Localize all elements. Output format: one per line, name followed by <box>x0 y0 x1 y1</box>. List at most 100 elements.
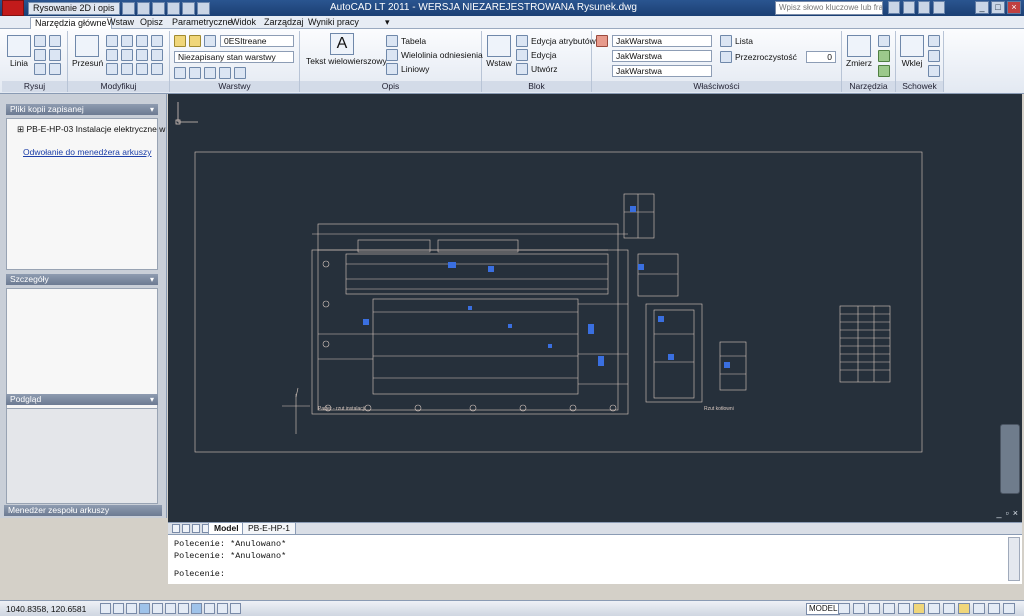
workspace-switching-icon[interactable] <box>928 603 940 614</box>
layer-combo[interactable]: 0ESItreane <box>220 35 294 47</box>
create-block-button[interactable]: Utwórz <box>516 63 557 75</box>
save-icon[interactable] <box>151 1 165 15</box>
help-search-input[interactable]: Wpisz słowo kluczowe lub frazę <box>775 1 883 15</box>
panel-clipboard-title[interactable]: Schowek <box>896 81 943 92</box>
lineweight-icon[interactable] <box>204 603 215 614</box>
mtext-button[interactable]: A Tekst wielowierszowy <box>306 33 387 66</box>
arc-icon[interactable] <box>34 63 46 75</box>
drawing-close-button[interactable]: × <box>1013 508 1018 518</box>
osnap-icon[interactable] <box>152 603 163 614</box>
explode-icon[interactable] <box>136 49 148 61</box>
id-point-icon[interactable] <box>878 65 890 77</box>
copy-clip-icon[interactable] <box>928 50 940 62</box>
layer-off-icon[interactable] <box>174 67 186 79</box>
search-icon[interactable] <box>888 1 900 14</box>
tab-view[interactable]: Widok <box>227 17 260 29</box>
status-bar-menu-icon[interactable] <box>988 603 1000 614</box>
layer-sun-icon[interactable] <box>189 35 201 47</box>
ducs-icon[interactable] <box>178 603 189 614</box>
measure-button[interactable]: Zmierz <box>844 35 874 68</box>
ribbon-minimize-icon[interactable]: ▾ <box>385 17 390 28</box>
layer-isolate-icon[interactable] <box>189 67 201 79</box>
layer-match-icon[interactable] <box>219 67 231 79</box>
details-header[interactable]: Szczegóły ▾ <box>6 274 158 285</box>
calculator-icon[interactable] <box>878 35 890 47</box>
drawing-canvas[interactable]: Parter - rzut instalacji Rzut kotłowni _… <box>168 94 1022 522</box>
extend-icon[interactable] <box>151 63 163 75</box>
polyline-icon[interactable] <box>34 35 46 47</box>
open-sets-header[interactable]: Pliki kopii zapisanej ▾ <box>6 104 158 115</box>
fillet-icon[interactable] <box>121 49 133 61</box>
layer-previous-icon[interactable] <box>234 67 246 79</box>
drawing-minimize-button[interactable]: _ <box>997 508 1002 518</box>
panel-layers-title[interactable]: Warstwy <box>170 81 299 92</box>
help-icon[interactable] <box>933 1 945 14</box>
copy-icon[interactable] <box>151 35 163 47</box>
circle-icon[interactable] <box>34 49 46 61</box>
sheet-list[interactable]: ⊞ PB-E-HP-03 Instalacje elektryczne w o … <box>6 118 172 270</box>
application-menu-button[interactable] <box>2 0 24 16</box>
mleader-button[interactable]: Wielolinia odniesienia <box>386 49 483 61</box>
print-icon[interactable] <box>196 1 210 15</box>
minimize-button[interactable]: _ <box>975 1 989 14</box>
favorites-icon[interactable] <box>918 1 930 14</box>
panel-block-title[interactable]: Blok <box>482 81 591 92</box>
drawing-restore-button[interactable]: ▫ <box>1006 508 1009 518</box>
move-button[interactable]: Przesuń <box>72 35 103 68</box>
array-icon[interactable] <box>121 63 133 75</box>
palette-title[interactable]: Menedżer zespołu arkuszy <box>4 505 162 516</box>
erase-icon[interactable] <box>136 35 148 47</box>
layer-freeze-icon[interactable] <box>204 67 216 79</box>
otrack-icon[interactable] <box>165 603 176 614</box>
undo-icon[interactable] <box>166 1 180 15</box>
match-icon[interactable] <box>928 65 940 77</box>
transparency-input[interactable]: 0 <box>806 51 836 63</box>
model-space-button[interactable]: MODEL <box>806 603 841 615</box>
pan-icon[interactable] <box>868 603 880 614</box>
qp-icon[interactable] <box>230 603 241 614</box>
zoom-icon[interactable] <box>883 603 895 614</box>
command-scrollbar[interactable] <box>1008 537 1020 581</box>
stretch-icon[interactable] <box>151 49 163 61</box>
list-button[interactable]: Lista <box>720 35 753 47</box>
line-button[interactable]: Linia <box>6 35 32 68</box>
workspace-selector[interactable]: Rysowanie 2D i opis <box>28 1 120 15</box>
navigation-bar[interactable] <box>1000 424 1020 494</box>
lock-icon[interactable] <box>943 603 955 614</box>
table-button[interactable]: Tabela <box>386 35 426 47</box>
maximize-button[interactable]: □ <box>991 1 1005 14</box>
rectangle-icon[interactable] <box>49 35 61 47</box>
sheet-manager-link[interactable]: Odwołanie do menedżera arkuszy <box>23 147 152 157</box>
hatch-icon[interactable] <box>49 49 61 61</box>
insert-block-button[interactable]: Wstaw <box>484 35 514 68</box>
coordinates-readout[interactable]: 1040.8358, 120.6581 <box>6 604 86 614</box>
rotate-icon[interactable] <box>106 35 118 47</box>
polar-icon[interactable] <box>139 603 150 614</box>
linetype-combo[interactable]: JakWarstwa <box>612 50 712 62</box>
quick-view-drawings-icon[interactable] <box>853 603 865 614</box>
sheet-tree-item[interactable]: ⊞ PB-E-HP-03 Instalacje elektryczne w o <box>17 124 172 135</box>
paste-button[interactable]: Wklej <box>898 35 926 68</box>
communication-center-icon[interactable] <box>903 1 915 14</box>
match-properties-icon[interactable] <box>596 35 608 47</box>
clean-screen-icon[interactable] <box>1003 603 1015 614</box>
tab-annotate[interactable]: Opisz <box>136 17 167 29</box>
panel-utilities-title[interactable]: Narzędzia <box>842 81 895 92</box>
quick-select-icon[interactable] <box>878 50 890 62</box>
layer-lock-icon[interactable] <box>204 35 216 47</box>
ellipse-icon[interactable] <box>49 63 61 75</box>
close-button[interactable]: × <box>1007 1 1021 14</box>
isolate-objects-icon[interactable] <box>973 603 985 614</box>
grid-icon[interactable] <box>113 603 124 614</box>
offset-icon[interactable] <box>136 63 148 75</box>
preview-header[interactable]: Podgląd ▾ <box>6 394 158 405</box>
expand-icon[interactable]: ⊞ <box>17 124 24 134</box>
tab-home[interactable]: Narzędzia główne <box>30 17 112 29</box>
cut-icon[interactable] <box>928 35 940 47</box>
color-combo[interactable]: JakWarstwa <box>612 35 712 47</box>
lineweight-combo[interactable]: JakWarstwa <box>612 65 712 77</box>
transparency-toggle-icon[interactable] <box>217 603 228 614</box>
open-icon[interactable] <box>136 1 150 15</box>
prev-layout-icon[interactable] <box>182 524 190 533</box>
snap-icon[interactable] <box>100 603 111 614</box>
